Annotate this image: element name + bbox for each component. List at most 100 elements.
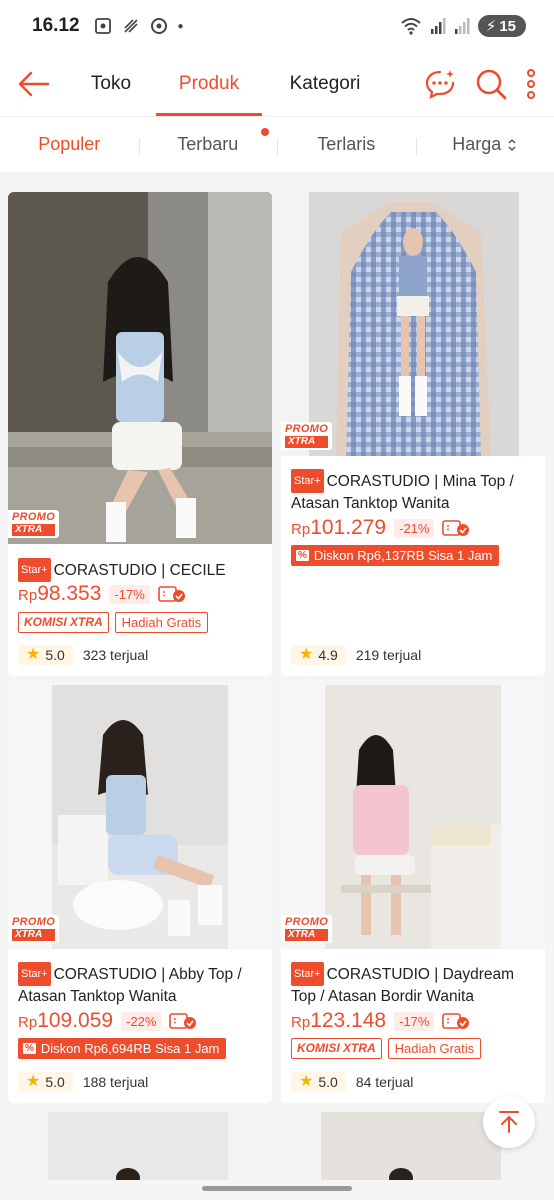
rating-badge: ★ 5.0 bbox=[18, 645, 73, 665]
shop-header: Toko Produk Kategori bbox=[0, 52, 554, 116]
chip-row: KOMISI XTRA Hadiah Gratis bbox=[18, 612, 209, 633]
wifi-icon bbox=[401, 18, 421, 35]
discount-badge: -17% bbox=[394, 1011, 435, 1031]
sort-terlaris[interactable]: Terlaris bbox=[277, 134, 416, 156]
product-name: CORASTUDIO | Daydream Top / Atasan Bordi… bbox=[291, 966, 515, 1005]
signal-icon-1 bbox=[430, 18, 446, 34]
product-card[interactable] bbox=[8, 1112, 272, 1180]
chat-icon[interactable] bbox=[424, 68, 456, 100]
back-button[interactable] bbox=[2, 52, 66, 116]
product-image bbox=[8, 685, 272, 949]
price-row: Rp98.353 -17% bbox=[18, 582, 186, 606]
charging-icon: ⚡ bbox=[485, 18, 497, 35]
product-image bbox=[8, 1112, 272, 1180]
sort-terlaris-label: Terlaris bbox=[317, 134, 376, 154]
product-title: Star+ CORASTUDIO | Mina Top / Atasan Tank… bbox=[291, 469, 537, 515]
price-value: 98.353 bbox=[37, 582, 102, 605]
sort-arrows-icon bbox=[508, 138, 516, 151]
product-title: Star+ CORASTUDIO | Abby Top / Atasan Tank… bbox=[18, 962, 264, 1008]
rating-row: ★ 5.0 188 terjual bbox=[18, 1072, 148, 1092]
sort-terbaru[interactable]: Terbaru bbox=[138, 128, 278, 156]
chip-row: % Diskon Rp6,137RB Sisa 1 Jam bbox=[291, 545, 500, 566]
discount-tag-icon: % bbox=[296, 550, 309, 561]
status-icons: ● bbox=[94, 17, 184, 35]
product-image bbox=[281, 685, 545, 949]
promo-label: PROMO bbox=[12, 916, 56, 928]
star-plus-badge: Star+ bbox=[291, 469, 324, 493]
voucher-check-icon bbox=[157, 586, 185, 602]
star-plus-badge: Star+ bbox=[291, 962, 324, 986]
chip-row: KOMISI XTRA Hadiah Gratis bbox=[291, 1038, 482, 1059]
product-card[interactable]: PROMO XTRA Star+ CORASTUDIO | Mina Top / … bbox=[281, 192, 545, 676]
scroll-to-top-button[interactable] bbox=[483, 1096, 535, 1148]
discount-tag-icon: % bbox=[23, 1043, 36, 1054]
promo-label: PROMO bbox=[285, 423, 329, 435]
sold-count: 188 terjual bbox=[82, 1074, 149, 1090]
price-value: 101.279 bbox=[310, 516, 387, 539]
app-notification-icon bbox=[150, 18, 167, 34]
sort-terbaru-label: Terbaru bbox=[177, 134, 239, 154]
xtra-label: XTRA bbox=[285, 436, 329, 448]
rating-value: 5.0 bbox=[45, 1074, 65, 1090]
product-title: Star+ CORASTUDIO | CECILE bbox=[18, 558, 264, 582]
rating-value: 4.9 bbox=[318, 647, 338, 663]
product-name: CORASTUDIO | Mina Top / Atasan Tanktop W… bbox=[291, 473, 514, 512]
product-title: Star+ CORASTUDIO | Daydream Top / Atasan … bbox=[291, 962, 537, 1008]
sort-populer[interactable]: Populer bbox=[0, 134, 139, 155]
rating-row: ★ 5.0 84 terjual bbox=[291, 1072, 413, 1092]
sort-harga[interactable]: Harga bbox=[415, 134, 554, 156]
status-time: 16.12 bbox=[32, 15, 80, 36]
star-icon: ★ bbox=[299, 1073, 314, 1090]
star-icon: ★ bbox=[299, 646, 314, 663]
product-image bbox=[8, 192, 272, 544]
flash-discount-chip: % Diskon Rp6,137RB Sisa 1 Jam bbox=[291, 545, 500, 566]
search-icon[interactable] bbox=[474, 67, 508, 101]
promo-xtra-badge: PROMO XTRA bbox=[8, 915, 60, 943]
more-vertical-icon[interactable] bbox=[526, 68, 536, 100]
product-price: Rp123.148 bbox=[291, 1009, 386, 1033]
price-row: Rp101.279 -21% bbox=[291, 516, 470, 540]
sort-populer-label: Populer bbox=[38, 134, 101, 154]
xtra-label: XTRA bbox=[285, 929, 329, 941]
no-signal-icon bbox=[123, 19, 138, 33]
flash-discount-label: Diskon Rp6,694RB Sisa 1 Jam bbox=[40, 1041, 220, 1056]
flash-discount-chip: % Diskon Rp6,694RB Sisa 1 Jam bbox=[18, 1038, 227, 1059]
tab-produk[interactable]: Produk bbox=[156, 52, 262, 116]
sold-count: 219 terjual bbox=[355, 647, 422, 663]
promo-label: PROMO bbox=[285, 916, 329, 928]
rating-row: ★ 5.0 323 terjual bbox=[18, 645, 148, 665]
promo-label: PROMO bbox=[12, 511, 56, 523]
voucher-check-icon bbox=[169, 1013, 197, 1029]
product-card[interactable]: PROMO XTRA Star+ CORASTUDIO | Daydream To… bbox=[281, 685, 545, 1103]
hadiah-gratis-chip: Hadiah Gratis bbox=[387, 1038, 482, 1059]
price-row: Rp123.148 -17% bbox=[291, 1009, 470, 1033]
tab-toko[interactable]: Toko bbox=[66, 52, 156, 116]
battery-level: 15 bbox=[499, 17, 516, 35]
discount-badge: -21% bbox=[394, 518, 435, 538]
star-icon: ★ bbox=[26, 646, 41, 663]
more-notifications-icon: ● bbox=[177, 20, 184, 32]
product-card[interactable]: PROMO XTRA Star+ CORASTUDIO | CECILE Rp98… bbox=[8, 192, 272, 676]
voucher-check-icon bbox=[442, 1013, 470, 1029]
currency: Rp bbox=[291, 1014, 311, 1031]
komisi-xtra-chip: KOMISI XTRA bbox=[291, 1038, 382, 1059]
sort-harga-label: Harga bbox=[452, 134, 502, 154]
promo-xtra-badge: PROMO XTRA bbox=[8, 510, 60, 538]
product-image bbox=[281, 192, 545, 456]
signal-icon-2 bbox=[454, 18, 470, 34]
tab-kategori[interactable]: Kategori bbox=[262, 52, 388, 116]
star-plus-badge: Star+ bbox=[18, 962, 51, 986]
new-dot-indicator bbox=[260, 128, 269, 136]
chip-row: % Diskon Rp6,694RB Sisa 1 Jam bbox=[18, 1038, 227, 1059]
product-price: Rp109.059 bbox=[18, 1009, 113, 1033]
home-gesture-handle[interactable] bbox=[202, 1186, 352, 1191]
price-row: Rp109.059 -22% bbox=[18, 1009, 197, 1033]
hadiah-gratis-chip: Hadiah Gratis bbox=[114, 612, 209, 633]
rating-value: 5.0 bbox=[318, 1074, 338, 1090]
product-price: Rp98.353 bbox=[18, 582, 101, 606]
rating-badge: ★ 5.0 bbox=[18, 1072, 73, 1092]
price-value: 109.059 bbox=[37, 1009, 114, 1032]
screen-capture-icon bbox=[94, 18, 111, 34]
shop-tabs: Toko Produk Kategori bbox=[66, 52, 388, 116]
product-card[interactable]: PROMO XTRA Star+ CORASTUDIO | Abby Top / … bbox=[8, 685, 272, 1103]
